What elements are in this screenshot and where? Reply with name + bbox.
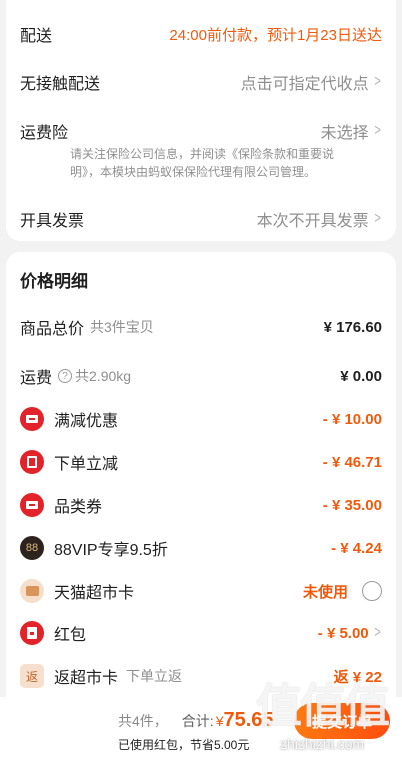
submit-order-button[interactable]: 提交订单 bbox=[294, 703, 390, 739]
vip-88-icon: 88 bbox=[20, 536, 44, 560]
shipping-row: 运费 ? 共2.90kg ¥ 0.00 bbox=[20, 364, 382, 388]
chevron-right-icon: > bbox=[374, 210, 381, 227]
discount-row-category-coupon[interactable]: 品类券 - ¥ 35.00 bbox=[20, 493, 382, 517]
question-circle-icon[interactable]: ? bbox=[58, 369, 73, 383]
discount-label: 天猫超市卡 bbox=[54, 585, 135, 602]
insurance-value: 未选择 bbox=[320, 125, 369, 142]
discount-label: 红包 bbox=[54, 627, 87, 644]
discount-value: 返 ¥ 22 bbox=[333, 668, 382, 686]
card-icon bbox=[20, 579, 44, 603]
shipping-sub: 共2.90kg bbox=[75, 368, 132, 384]
checkout-bar: 共4件， 合计: ¥ 75.65 已使用红包，节省5.00元 提交订单 bbox=[0, 697, 402, 757]
coupon-icon bbox=[20, 493, 44, 517]
discount-row-full-reduction[interactable]: 满减优惠 - ¥ 10.00 bbox=[20, 407, 382, 431]
bill-icon bbox=[20, 450, 44, 474]
goods-total-value: ¥ 176.60 bbox=[323, 318, 382, 336]
currency-symbol: ¥ bbox=[215, 713, 224, 729]
return-icon: 返 bbox=[20, 664, 44, 688]
total-label: 合计: bbox=[181, 713, 214, 729]
total-line: 共4件， 合计: ¥ 75.65 bbox=[118, 709, 274, 732]
red-packet-icon bbox=[20, 621, 44, 645]
insurance-note: 请关注保险公司信息，并阅读《保险条款和重要说明》，本模块由蚂蚁保保险代理有限公司… bbox=[70, 147, 335, 179]
delivery-row: 配送 24:00前付款，预计1月23日送达 bbox=[20, 22, 382, 46]
discount-label: 品类券 bbox=[54, 499, 103, 516]
goods-total-label: 商品总价 bbox=[20, 321, 85, 338]
discount-label: 返超市卡 bbox=[54, 670, 119, 687]
shipping-value: ¥ 0.00 bbox=[340, 367, 382, 385]
delivery-value: 24:00前付款，预计1月23日送达 bbox=[169, 26, 382, 44]
shipping-label: 运费 bbox=[20, 370, 53, 387]
return-card-sub: 下单立返 bbox=[126, 668, 183, 684]
chevron-right-icon: > bbox=[374, 73, 381, 90]
discount-value: - ¥ 35.00 bbox=[322, 496, 382, 514]
price-detail-title: 价格明细 bbox=[20, 272, 88, 291]
market-card-status: 未使用 bbox=[302, 583, 348, 601]
insurance-row[interactable]: 运费险 未选择 > bbox=[20, 119, 382, 143]
discount-value: - ¥ 46.71 bbox=[322, 453, 382, 471]
delivery-label: 配送 bbox=[20, 28, 53, 45]
chevron-right-icon: > bbox=[374, 624, 381, 641]
insurance-label: 运费险 bbox=[20, 125, 69, 142]
item-count: 共4件， bbox=[118, 713, 168, 729]
discount-row-88vip[interactable]: 88 88VIP专享9.5折 - ¥ 4.24 bbox=[20, 536, 382, 560]
total-amount: 75.65 bbox=[223, 709, 274, 731]
discount-label: 88VIP专享9.5折 bbox=[54, 542, 168, 559]
contactless-row[interactable]: 无接触配送 点击可指定代收点 > bbox=[20, 70, 382, 94]
discount-label: 满减优惠 bbox=[54, 413, 119, 430]
coupon-icon bbox=[20, 407, 44, 431]
contactless-label: 无接触配送 bbox=[20, 76, 101, 93]
goods-total-sub: 共3件宝贝 bbox=[90, 319, 154, 335]
discount-row-return-card[interactable]: 返 返超市卡 下单立返 返 ¥ 22 bbox=[20, 664, 382, 688]
discount-row-market-card[interactable]: 天猫超市卡 未使用 bbox=[20, 579, 382, 603]
discount-row-instant[interactable]: 下单立减 - ¥ 46.71 bbox=[20, 450, 382, 474]
order-options-card: 配送 24:00前付款，预计1月23日送达 无接触配送 点击可指定代收点 > 运… bbox=[6, 0, 396, 241]
market-card-radio[interactable] bbox=[362, 581, 382, 601]
price-detail-card: 价格明细 商品总价 共3件宝贝 ¥ 176.60 运费 ? 共2.90kg ¥ … bbox=[6, 252, 396, 702]
discount-label: 下单立减 bbox=[54, 456, 119, 473]
discount-value: - ¥ 10.00 bbox=[322, 410, 382, 428]
discount-row-red-packet[interactable]: 红包 - ¥ 5.00 > bbox=[20, 621, 382, 645]
price-detail-header: 价格明细 bbox=[20, 267, 382, 292]
invoice-value: 本次不开具发票 bbox=[256, 213, 369, 230]
savings-text: 已使用红包，节省5.00元 bbox=[118, 738, 250, 752]
invoice-row[interactable]: 开具发票 本次不开具发票 > bbox=[20, 207, 382, 231]
goods-total-row: 商品总价 共3件宝贝 ¥ 176.60 bbox=[20, 315, 382, 339]
invoice-label: 开具发票 bbox=[20, 213, 85, 230]
discount-value: - ¥ 5.00 bbox=[317, 624, 369, 642]
chevron-right-icon: > bbox=[374, 122, 381, 139]
discount-value: - ¥ 4.24 bbox=[331, 539, 382, 557]
contactless-value: 点击可指定代收点 bbox=[240, 76, 369, 93]
